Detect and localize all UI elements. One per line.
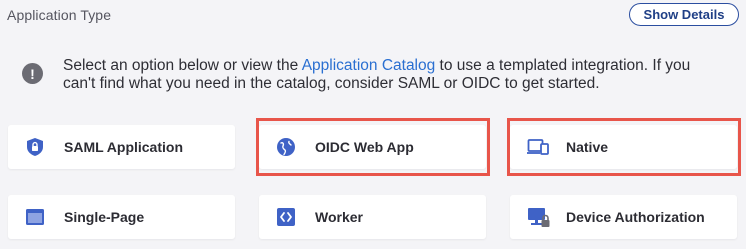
app-type-label: SAML Application xyxy=(64,139,183,155)
app-type-label: OIDC Web App xyxy=(315,139,414,155)
exclamation-circle-icon: ! xyxy=(22,63,43,84)
application-catalog-link[interactable]: Application Catalog xyxy=(302,57,436,74)
globe-icon xyxy=(276,137,296,157)
header: Application Type Show Details xyxy=(0,0,746,30)
app-type-label: Worker xyxy=(315,209,363,225)
info-message: ! Select an option below or view the App… xyxy=(22,57,722,97)
app-type-single-page[interactable]: Single-Page xyxy=(8,195,235,239)
info-text: Select an option below or view the Appli… xyxy=(63,57,713,93)
app-type-native[interactable]: Native xyxy=(510,125,737,169)
computer-lock-icon xyxy=(527,207,550,227)
app-type-label: Device Authorization xyxy=(566,209,705,225)
app-type-device-authorization[interactable]: Device Authorization xyxy=(510,195,737,239)
app-type-label: Single-Page xyxy=(64,209,145,225)
app-type-label: Native xyxy=(566,139,609,155)
app-type-saml-application[interactable]: SAML Application xyxy=(8,125,235,169)
code-icon xyxy=(276,207,296,227)
app-type-oidc-web-app[interactable]: OIDC Web App xyxy=(259,125,486,169)
devices-icon xyxy=(527,137,549,157)
browser-window-icon xyxy=(25,207,45,227)
app-type-worker[interactable]: Worker xyxy=(259,195,486,239)
shield-lock-icon xyxy=(25,137,45,157)
show-details-button[interactable]: Show Details xyxy=(629,3,739,26)
section-title: Application Type xyxy=(7,7,112,23)
info-text-before: Select an option below or view the xyxy=(63,57,302,74)
